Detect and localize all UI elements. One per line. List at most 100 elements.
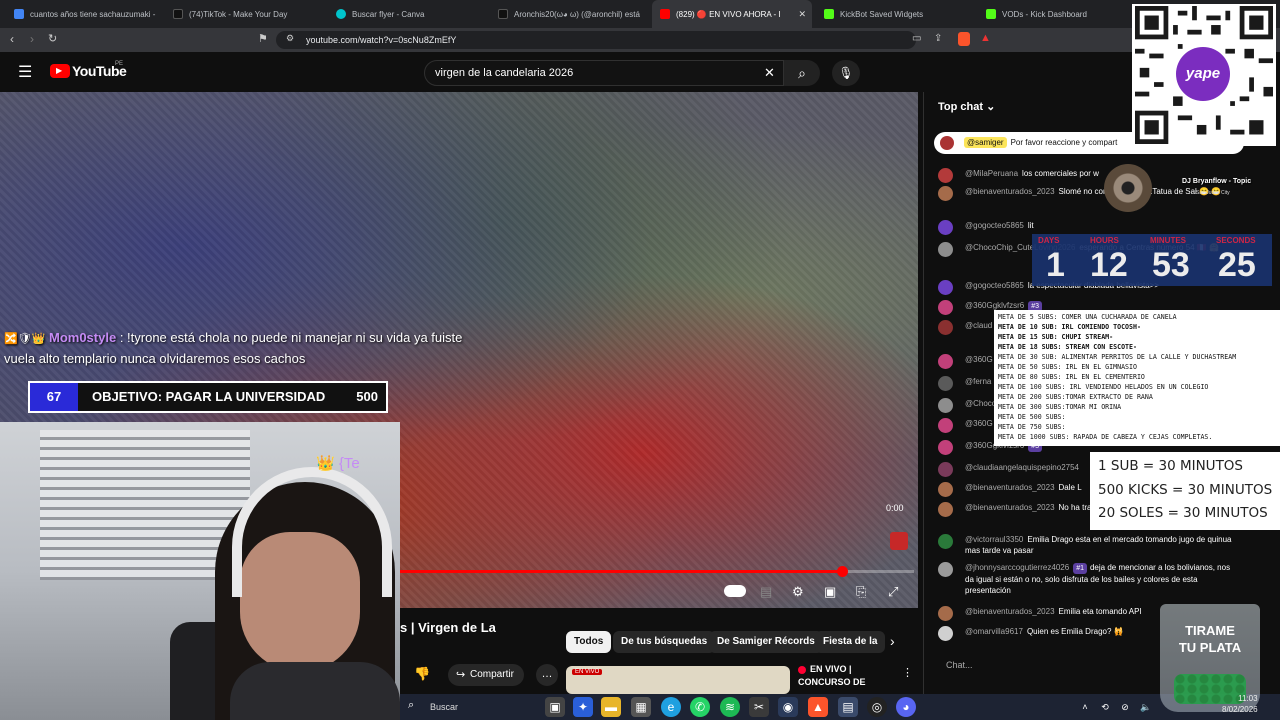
related-more-icon[interactable]: ⋮ (902, 666, 913, 679)
brave-icon[interactable]: ▲ (808, 697, 828, 717)
copilot-icon[interactable]: ✦ (573, 697, 593, 717)
chat-input[interactable]: Chat... (938, 653, 1168, 677)
bookmark-icon[interactable]: ⚑ (258, 32, 268, 45)
chat-username[interactable]: @bienaventurados_2023 (965, 607, 1055, 616)
reload-icon[interactable]: ↻ (48, 32, 57, 45)
avatar[interactable] (938, 562, 953, 577)
avatar[interactable] (938, 280, 953, 295)
browser-tab[interactable]: cuantos años tiene sachauzumaki - B (6, 0, 156, 28)
chat-username[interactable]: @omarvilla9617 (965, 627, 1023, 636)
browser-tab-active[interactable]: (829) 🔴 EN VIVO AHORA - I ✕ (652, 0, 812, 28)
edge-icon[interactable]: e (661, 697, 681, 717)
forward-icon[interactable]: › (30, 32, 34, 46)
region-code: PE (115, 61, 124, 67)
chat-username[interactable]: @claud (965, 321, 992, 330)
captions-icon[interactable]: ▤ (760, 584, 772, 600)
taskbar-search[interactable]: Buscar (400, 694, 530, 720)
avatar[interactable] (938, 502, 953, 517)
chat-username[interactable]: @bienaventurados_2023 (965, 503, 1055, 512)
sync-icon[interactable]: ⟲ (1095, 697, 1115, 717)
brave-rewards-icon[interactable]: ▲ (980, 32, 991, 44)
chat-username[interactable]: @ferna (965, 377, 991, 386)
chip-all[interactable]: Todos (566, 631, 612, 653)
share-icon[interactable]: ⇪ (934, 33, 942, 44)
avatar[interactable] (938, 168, 953, 183)
chip-fiesta[interactable]: Fiesta de la (815, 631, 886, 653)
voice-search-button[interactable]: 🎙 (832, 60, 860, 86)
chat-username[interactable]: @360G (965, 355, 993, 364)
chat-username[interactable]: @jhonnysarccogutierrez4026 (965, 563, 1069, 572)
browser-tab[interactable]: Buscar flyer - Canva (328, 0, 488, 28)
avatar[interactable] (938, 534, 953, 549)
avatar[interactable] (938, 626, 953, 641)
chat-username[interactable]: @bienaventurados_2023 (965, 483, 1055, 492)
chip-from-searches[interactable]: De tus búsquedas (613, 631, 716, 653)
store-icon[interactable]: ▦ (631, 697, 651, 717)
chat-username[interactable]: @claudiaangelaquispepino2754 (965, 463, 1079, 472)
obs-icon[interactable]: ◎ (867, 697, 887, 717)
browser-tab[interactable]: VODs - Kick Dashboard (978, 0, 1128, 28)
browser-tab[interactable]: KickBot Saved Widgets (816, 0, 976, 28)
chat-username[interactable]: @victorraul3350 (965, 535, 1023, 544)
search-input[interactable]: virgen de la candelaria 2026 (424, 60, 784, 86)
avatar[interactable] (938, 376, 953, 391)
chat-username[interactable]: @bienaventurados_2023 (965, 187, 1055, 196)
notes-icon[interactable]: ▤ (838, 697, 858, 717)
site-info-icon[interactable]: ⚙ (286, 33, 294, 44)
chips-next-icon[interactable]: › (890, 633, 895, 649)
discord-icon[interactable]: ◕ (896, 697, 916, 717)
avatar[interactable] (938, 320, 953, 335)
settings-icon[interactable]: ⚙ (792, 584, 804, 600)
file-explorer-icon[interactable]: ▬ (601, 697, 621, 717)
miniplayer-icon[interactable]: ▣ (824, 584, 836, 600)
cast-icon[interactable]: ▭ (912, 33, 921, 44)
taskbar-clock[interactable]: 11:03 8/02/2026 (1222, 693, 1258, 715)
browser-tab[interactable]: (74)TikTok - Make Your Day (165, 0, 325, 28)
dislike-icon[interactable]: 👎 (414, 666, 430, 682)
chat-username[interactable]: @360Ggklvfzsr6 (965, 301, 1024, 310)
back-icon[interactable]: ‹ (10, 32, 14, 46)
avatar[interactable] (938, 220, 953, 235)
avatar[interactable] (938, 300, 953, 315)
avatar[interactable] (938, 354, 953, 369)
avatar[interactable] (938, 418, 953, 433)
chat-username[interactable]: @gogocteo5865 (965, 281, 1024, 290)
related-video-thumbnail[interactable]: EN VIVO (566, 666, 790, 694)
more-actions-icon[interactable]: … (536, 664, 558, 686)
chat-username[interactable]: @360G (965, 419, 993, 428)
steam-icon[interactable]: ◉ (778, 697, 798, 717)
autoplay-toggle[interactable] (724, 585, 746, 597)
close-tab-icon[interactable]: ✕ (798, 9, 806, 20)
brave-shield-icon[interactable] (958, 32, 970, 46)
chat-mode-dropdown[interactable]: Top chat ⌄ (938, 100, 995, 113)
avatar[interactable] (938, 186, 953, 201)
whatsapp-icon[interactable]: ✆ (690, 697, 710, 717)
task-view-icon[interactable]: ▣ (545, 697, 565, 717)
avatar[interactable] (938, 462, 953, 477)
network-off-icon[interactable]: ⊘ (1115, 697, 1135, 717)
tray-chevron-icon[interactable]: ˄ (1075, 697, 1095, 717)
avatar[interactable] (938, 440, 953, 455)
avatar[interactable] (938, 398, 953, 413)
video-progress-bar[interactable] (400, 566, 914, 577)
menu-icon[interactable]: ☰ (18, 62, 32, 82)
fullscreen-icon[interactable]: ⤢ (888, 584, 898, 600)
browser-tab[interactable]: Aronchis20(ω◕ ω) (@aronchil) está (490, 0, 650, 28)
chip-from-channel[interactable]: De Samiger Récords (709, 631, 823, 653)
scrubber-handle[interactable] (837, 566, 849, 577)
clear-search-icon[interactable]: ✕ (764, 65, 775, 81)
capcut-icon[interactable]: ✂ (749, 697, 769, 717)
volume-icon[interactable]: 🔈 (1136, 697, 1156, 717)
spotify-icon[interactable]: ≋ (720, 697, 740, 717)
avatar[interactable] (938, 606, 953, 621)
search-button[interactable]: ⌕ (784, 60, 820, 86)
url-field[interactable]: youtube.com/watch?v=0scNu8ZmEfY (276, 31, 916, 49)
share-icon: ↪ (456, 669, 466, 681)
cast-icon[interactable]: ⎘ (856, 584, 866, 600)
chat-username[interactable]: @MilaPeruana (965, 169, 1018, 178)
chat-username[interactable]: @Choco (965, 399, 996, 408)
avatar[interactable] (938, 242, 953, 257)
avatar[interactable] (938, 482, 953, 497)
related-live-title[interactable]: EN VIVO | (810, 664, 852, 674)
chat-username[interactable]: @gogocteo5865 (965, 221, 1024, 230)
